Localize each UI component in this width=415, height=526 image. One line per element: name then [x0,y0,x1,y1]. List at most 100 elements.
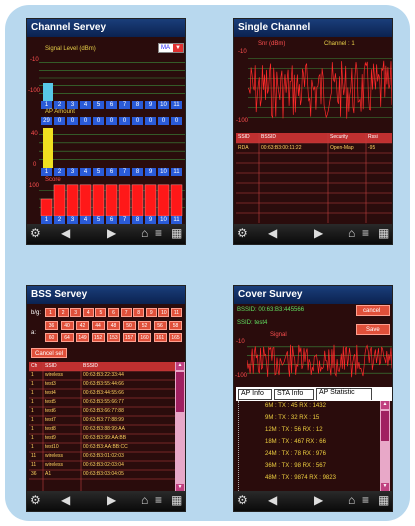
channel-button[interactable]: 9 [145,168,156,176]
menu-icon[interactable]: ≡ [155,493,162,507]
a-channel-button[interactable]: 48 [107,321,120,330]
gear-icon[interactable]: ⚙ [30,493,41,507]
channel-button[interactable]: 10 [158,168,169,176]
table-cell[interactable]: Open-Map [330,145,354,151]
channel-button[interactable]: 1 [41,216,52,224]
table-cell[interactable]: 00:63:B3:55:66:77 [83,399,124,405]
table-cell[interactable]: test10 [45,444,59,450]
table-cell[interactable]: 00:63:B3:22:33:44 [83,372,124,378]
a-channel-button[interactable]: 50 [122,321,136,330]
back-arrow-icon[interactable]: ◀ [268,493,277,507]
a-channel-button[interactable]: 60 [45,333,58,342]
bg-channel-button[interactable]: 1 [45,308,56,317]
channel-button[interactable]: 6 [106,216,117,224]
channel-button[interactable]: 8 [132,216,143,224]
cancel-selection-button[interactable]: Cancel sel [31,348,67,358]
table-cell[interactable]: 11 [31,462,36,468]
channel-button[interactable]: 2 [54,216,65,224]
a-channel-button[interactable]: 152 [91,333,105,342]
table-cell[interactable]: 1 [31,372,34,378]
gear-icon[interactable]: ⚙ [237,226,248,240]
bg-channel-button[interactable]: 3 [70,308,82,317]
channel-button[interactable]: 5 [93,168,104,176]
bg-channel-button[interactable]: 6 [108,308,119,317]
menu-icon[interactable]: ≡ [155,226,162,240]
back-arrow-icon[interactable]: ◀ [268,226,277,240]
table-cell[interactable]: test7 [45,417,56,423]
home-icon[interactable]: ⌂ [348,493,355,507]
table-cell[interactable]: A1 [45,471,51,477]
a-channel-button[interactable]: 52 [138,321,151,330]
a-channel-button[interactable]: 56 [153,321,167,330]
table-cell[interactable]: 1 [31,408,34,414]
table-cell[interactable]: 00:63:B3:02:03:04 [83,462,124,468]
channel-button[interactable]: 4 [80,101,91,109]
tab-ap-info[interactable]: AP Info [238,389,272,400]
channel-button[interactable]: 5 [93,216,104,224]
back-arrow-icon[interactable]: ◀ [61,493,70,507]
home-icon[interactable]: ⌂ [348,226,355,240]
forward-arrow-icon[interactable]: ▶ [107,493,116,507]
keyboard-icon[interactable]: ▦ [171,493,182,507]
band-dropdown[interactable]: MA ▼ [158,43,184,53]
table-cell[interactable]: 1 [31,426,34,432]
channel-button[interactable]: 9 [145,216,156,224]
table-cell[interactable]: 1 [31,417,34,423]
table-cell[interactable]: wireless [45,462,63,468]
channel-button[interactable]: 9 [145,101,156,109]
save-button[interactable]: Save [356,324,390,335]
table-cell[interactable]: test9 [45,435,56,441]
table-cell[interactable]: test5 [45,399,56,405]
tab-sta-info[interactable]: STA Info [274,389,314,400]
scroll-up-icon[interactable]: ▲ [176,362,184,370]
forward-arrow-icon[interactable]: ▶ [107,226,116,240]
scroll-down-icon[interactable]: ▼ [381,483,389,491]
channel-button[interactable]: 11 [171,216,182,224]
back-arrow-icon[interactable]: ◀ [61,226,70,240]
bg-channel-button[interactable]: 10 [158,308,170,317]
bg-channel-button[interactable]: 7 [120,308,132,317]
a-channel-button[interactable]: 42 [76,321,89,330]
channel-button[interactable]: 1 [41,101,52,109]
scrollbar[interactable]: ▲ ▼ [380,401,390,491]
scroll-up-icon[interactable]: ▲ [381,401,389,409]
table-cell[interactable]: test6 [45,408,56,414]
channel-button[interactable]: 1 [41,168,52,176]
table-cell[interactable]: 00:63:B3:03:04:05 [83,471,124,477]
table-cell[interactable]: test4 [45,390,56,396]
chevron-down-icon[interactable]: ▼ [173,44,183,52]
a-channel-button[interactable]: 64 [60,333,74,342]
table-cell[interactable]: 1 [31,390,34,396]
home-icon[interactable]: ⌂ [141,226,148,240]
channel-button[interactable]: 7 [119,216,130,224]
forward-arrow-icon[interactable]: ▶ [314,493,323,507]
channel-button[interactable]: 11 [171,168,182,176]
a-channel-button[interactable]: 157 [122,333,136,342]
forward-arrow-icon[interactable]: ▶ [314,226,323,240]
keyboard-icon[interactable]: ▦ [378,493,389,507]
table-cell[interactable]: -95 [368,145,375,151]
gear-icon[interactable]: ⚙ [237,493,248,507]
a-channel-button[interactable]: 36 [45,321,58,330]
bg-channel-button[interactable]: 4 [82,308,94,317]
a-channel-button[interactable]: 44 [91,321,105,330]
channel-button[interactable]: 5 [93,101,104,109]
channel-button[interactable]: 3 [67,216,78,224]
a-channel-button[interactable]: 58 [169,321,182,330]
table-cell[interactable]: test3 [45,381,56,387]
bg-channel-button[interactable]: 8 [133,308,145,317]
menu-icon[interactable]: ≡ [362,226,369,240]
table-cell[interactable]: wireless [45,372,63,378]
channel-button[interactable]: 4 [80,168,91,176]
table-cell[interactable]: 1 [31,435,34,441]
table-cell[interactable]: 00:63:B3:88:99:AA [83,426,125,432]
scrollbar-thumb[interactable] [381,411,389,441]
a-channel-button[interactable]: 160 [138,333,151,342]
a-channel-button[interactable]: 149 [76,333,89,342]
a-channel-button[interactable]: 161 [153,333,167,342]
table-cell[interactable]: 00:63:B3:01:02:03 [83,453,124,459]
cancel-button[interactable]: cancel [356,305,390,316]
table-cell[interactable]: 00:63:B3:44:55:66 [83,390,124,396]
tab-ap-statistic[interactable]: AP Statistic [316,388,372,400]
channel-button[interactable]: 3 [67,101,78,109]
